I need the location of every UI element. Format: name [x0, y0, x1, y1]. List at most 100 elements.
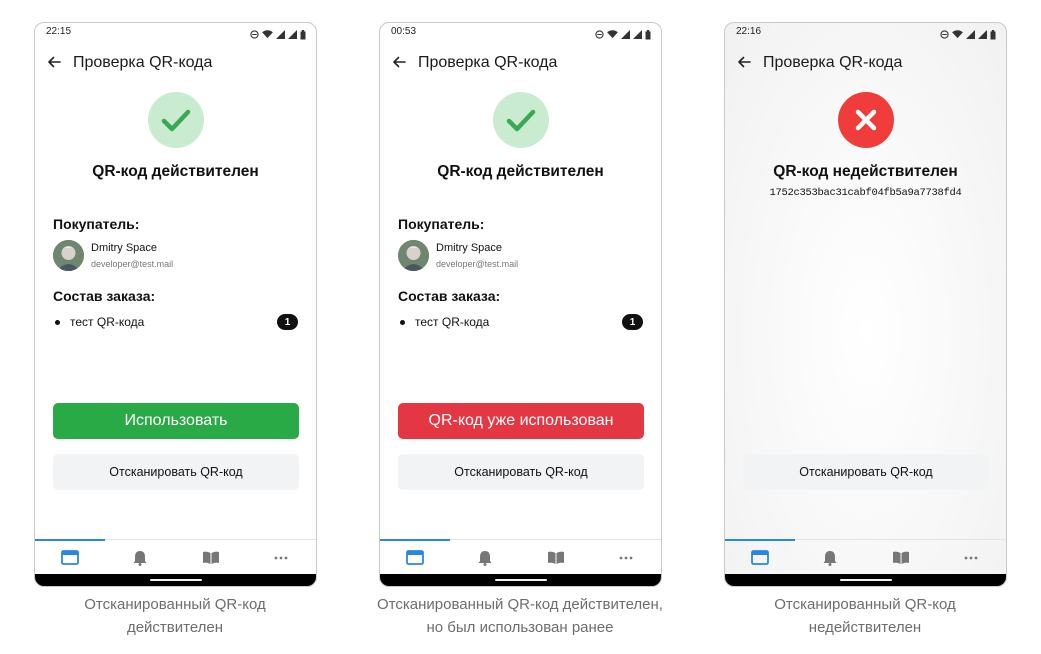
tab-more[interactable] — [246, 540, 316, 575]
dnd-icon — [940, 30, 949, 39]
back-arrow-icon[interactable] — [46, 54, 62, 70]
home-indicator[interactable] — [150, 579, 202, 581]
dnd-icon — [250, 30, 259, 39]
scan-qr-button[interactable]: Отсканировать QR-код — [743, 454, 989, 490]
quantity-badge: 1 — [622, 314, 643, 330]
battery-icon — [300, 29, 306, 39]
home-indicator[interactable] — [840, 579, 892, 581]
tab-notifications[interactable] — [450, 540, 520, 575]
invalid-status-badge — [838, 92, 894, 148]
status-icons — [595, 26, 651, 43]
valid-status-badge — [493, 92, 549, 148]
qr-code-hash: 1752c353bac31cabf04fb5a9a7738fd4 — [769, 187, 962, 199]
avatar — [53, 240, 84, 271]
phone-screen-invalid: 22:16 Проверка QR-кода QR-код недействит… — [724, 22, 1007, 587]
bell-icon — [823, 550, 837, 566]
buyer-label: Покупатель: — [398, 216, 485, 232]
quantity-badge: 1 — [277, 314, 298, 330]
dnd-icon — [595, 30, 604, 39]
result-title: QR-код действителен — [92, 163, 259, 180]
home-indicator[interactable] — [495, 579, 547, 581]
bottom-tab-bar — [380, 539, 661, 575]
signal-icon — [966, 30, 975, 39]
result-title: QR-код недействителен — [773, 163, 958, 180]
signal-icon — [621, 30, 630, 39]
signal-icon — [276, 30, 285, 39]
window-icon — [751, 550, 770, 565]
status-bar: 22:15 — [35, 23, 316, 43]
tab-more[interactable] — [591, 540, 661, 575]
wifi-icon — [262, 30, 273, 39]
scan-qr-button[interactable]: Отсканировать QR-код — [53, 454, 299, 490]
result-title: QR-код действителен — [437, 163, 604, 180]
bottom-tab-bar — [35, 539, 316, 575]
avatar-image — [53, 240, 84, 271]
more-icon — [274, 556, 288, 559]
caption-line: но был использован ранее — [426, 619, 614, 636]
order-item: тест QR-кода 1 — [398, 314, 643, 330]
tab-more[interactable] — [936, 540, 1006, 575]
page-title: Проверка QR-кода — [763, 54, 903, 71]
app-bar: Проверка QR-кода — [725, 51, 1006, 75]
avatar — [398, 240, 429, 271]
avatar-image — [398, 240, 429, 271]
phone-screen-valid: 22:15 Проверка QR-кода QR-код действител… — [34, 22, 317, 587]
buyer-name: Dmitry Space — [436, 242, 503, 254]
status-icons — [940, 26, 996, 43]
page-title: Проверка QR-кода — [418, 54, 558, 71]
status-bar: 22:16 — [725, 23, 1006, 43]
more-icon — [619, 556, 633, 559]
scan-qr-button[interactable]: Отсканировать QR-код — [398, 454, 644, 490]
signal-2-icon — [288, 30, 297, 39]
book-icon — [547, 551, 564, 564]
order-item-name: тест QR-кода — [70, 315, 145, 329]
status-time: 22:15 — [46, 26, 72, 37]
bell-icon — [478, 550, 492, 566]
use-button[interactable]: Использовать — [53, 403, 299, 439]
status-time: 00:53 — [391, 26, 417, 37]
order-item: тест QR-кода 1 — [53, 314, 298, 330]
system-nav-bar — [380, 574, 661, 586]
window-icon — [406, 550, 425, 565]
caption-line: Отсканированный QR-код действителен, — [377, 596, 663, 613]
system-nav-bar — [35, 574, 316, 586]
battery-icon — [645, 29, 651, 39]
back-arrow-icon[interactable] — [736, 54, 752, 70]
tab-library[interactable] — [866, 540, 936, 575]
tab-library[interactable] — [521, 540, 591, 575]
status-time: 22:16 — [736, 26, 762, 37]
check-icon — [506, 109, 536, 132]
wifi-icon — [607, 30, 618, 39]
wifi-icon — [952, 30, 963, 39]
check-icon — [161, 109, 191, 132]
status-icons — [250, 26, 306, 43]
book-icon — [202, 551, 219, 564]
more-icon — [964, 556, 978, 559]
bullet — [400, 319, 405, 325]
caption-line: недействителен — [808, 619, 922, 636]
order-item-name: тест QR-кода — [415, 315, 490, 329]
bullet — [55, 319, 60, 325]
tab-window[interactable] — [380, 539, 451, 575]
bell-icon — [133, 550, 147, 566]
valid-status-badge — [148, 92, 204, 148]
signal-2-icon — [978, 30, 987, 39]
order-label: Состав заказа: — [53, 288, 156, 304]
cross-icon — [855, 109, 877, 131]
back-arrow-icon[interactable] — [391, 54, 407, 70]
window-icon — [61, 550, 80, 565]
buyer-label: Покупатель: — [53, 216, 140, 232]
page-title: Проверка QR-кода — [73, 54, 213, 71]
app-bar: Проверка QR-кода — [35, 51, 316, 75]
already-used-button[interactable]: QR-код уже использован — [398, 403, 644, 439]
system-nav-bar — [725, 574, 1006, 586]
tab-window[interactable] — [35, 539, 106, 575]
caption-used: Отсканированный QR-код действителен, но … — [350, 593, 690, 639]
order-label: Состав заказа: — [398, 288, 501, 304]
tab-window[interactable] — [725, 539, 796, 575]
caption-valid: Отсканированный QR-код действителен — [5, 593, 345, 639]
tab-library[interactable] — [176, 540, 246, 575]
caption-line: действителен — [126, 619, 224, 636]
tab-notifications[interactable] — [105, 540, 175, 575]
tab-notifications[interactable] — [795, 540, 865, 575]
